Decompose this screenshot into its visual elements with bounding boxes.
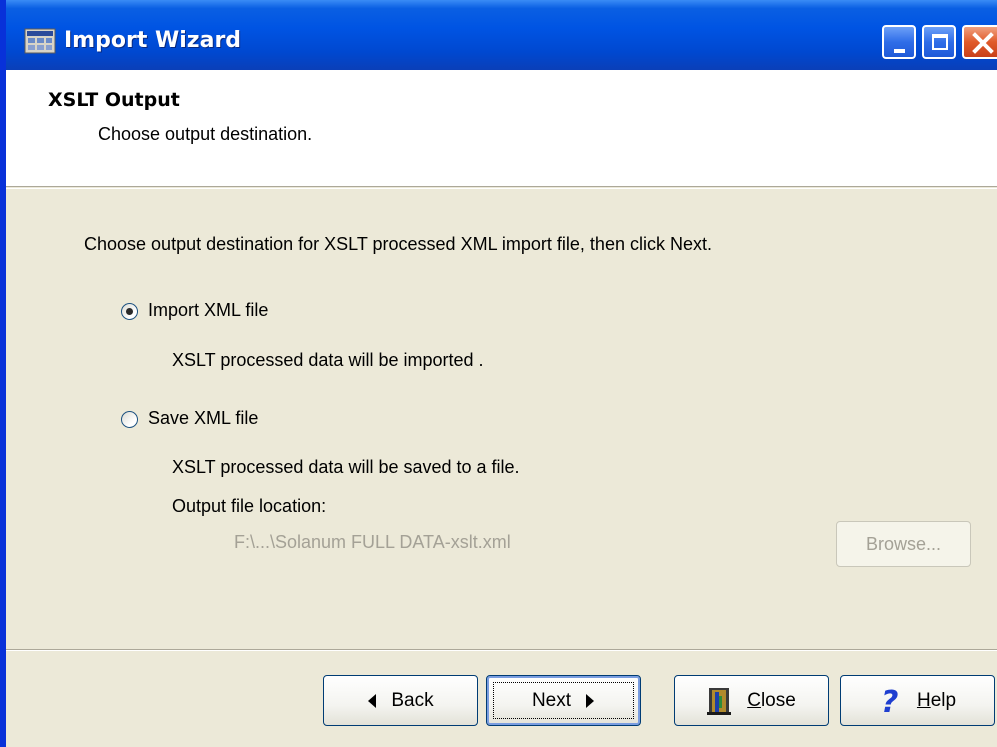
page-title: XSLT Output (48, 89, 180, 111)
close-icon (970, 30, 996, 61)
next-button[interactable]: Next (486, 675, 641, 726)
import-xml-label[interactable]: Import XML file (148, 300, 268, 321)
maximize-button[interactable] (922, 25, 956, 59)
radio-selected-dot (126, 308, 133, 315)
help-button[interactable]: ? Help (840, 675, 995, 726)
door-exit-icon (707, 686, 733, 716)
import-wizard-window: Import Wizard XSLT Output Choose output … (0, 0, 997, 747)
save-xml-label[interactable]: Save XML file (148, 408, 258, 429)
header-divider (6, 188, 997, 189)
back-button[interactable]: Back (323, 675, 478, 726)
import-xml-description: XSLT processed data will be imported . (172, 350, 484, 370)
footer-divider-highlight (6, 650, 997, 651)
close-window-button[interactable] (962, 25, 997, 59)
minimize-button[interactable] (882, 25, 916, 59)
window-title: Import Wizard (64, 28, 242, 53)
maximize-icon (932, 34, 948, 50)
focus-rectangle (493, 682, 634, 719)
close-label: Close (747, 690, 796, 712)
instruction-text: Choose output destination for XSLT proce… (84, 234, 712, 254)
title-bar[interactable]: Import Wizard (6, 0, 997, 70)
app-icon (24, 28, 56, 54)
close-mnemonic: C (747, 689, 761, 711)
help-label-rest: elp (930, 689, 957, 711)
left-triangle-icon (367, 693, 377, 708)
page-subtitle: Choose output destination. (98, 124, 313, 144)
help-label: Help (917, 690, 956, 712)
save-xml-radio[interactable] (121, 411, 138, 428)
close-label-rest: lose (760, 689, 796, 711)
help-mnemonic: H (916, 689, 931, 711)
close-button[interactable]: Close (674, 675, 829, 726)
back-label: Back (391, 689, 434, 711)
output-file-path: F:\...\Solanum FULL DATA-xslt.xml (234, 532, 511, 552)
wizard-header: XSLT Output Choose output destination. (6, 70, 997, 187)
save-xml-description: XSLT processed data will be saved to a f… (172, 457, 520, 477)
svg-text:?: ? (881, 686, 898, 716)
minimize-icon (894, 49, 905, 53)
browse-button[interactable]: Browse... (836, 521, 971, 567)
import-xml-radio[interactable] (121, 303, 138, 320)
question-mark-icon: ? (879, 686, 903, 716)
output-location-label: Output file location: (172, 496, 327, 516)
